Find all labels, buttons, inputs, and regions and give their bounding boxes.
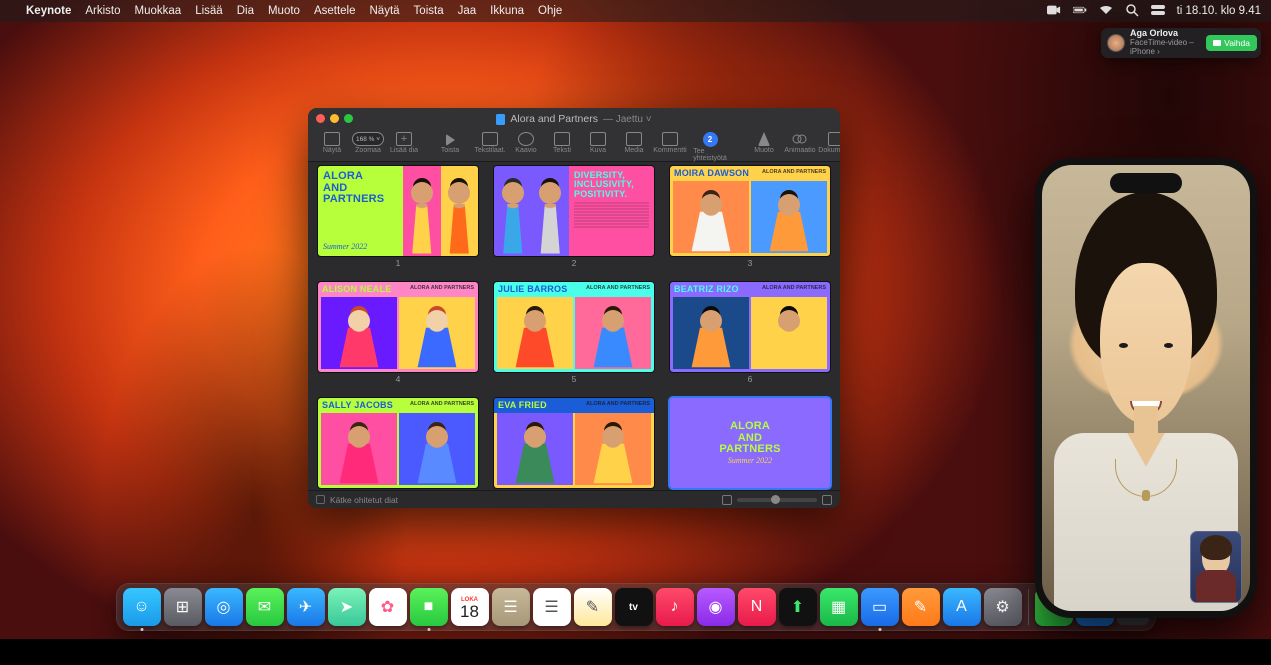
hide-skipped-checkbox[interactable] xyxy=(316,495,325,504)
table-button[interactable]: Teksti xyxy=(546,132,578,154)
dock: ☺⊞◎✉✈➤✿■LOKA18☰☰✎tv♪◉N⬆▦▭✎A⚙■⬇ xyxy=(116,583,1156,631)
shape-button[interactable]: Kaavio xyxy=(510,132,542,154)
switch-button[interactable]: Vaihda xyxy=(1206,35,1257,51)
menubar-clock[interactable]: ti 18.10. klo 9.41 xyxy=(1177,5,1261,17)
iphone-device xyxy=(1035,158,1257,618)
menu-arkisto[interactable]: Arkisto xyxy=(85,5,120,17)
dock-photos[interactable]: ✿ xyxy=(369,588,407,626)
media-button[interactable]: Media xyxy=(618,132,650,154)
slide-thumbnail[interactable]: ALORA AND PARTNERSSummer 20229 xyxy=(670,398,830,490)
document-icon xyxy=(496,114,505,125)
menu-nayta[interactable]: Näytä xyxy=(370,5,400,17)
document-button[interactable]: Dokumentti xyxy=(820,132,840,154)
dock-numbers[interactable]: ▦ xyxy=(820,588,858,626)
slide-number: 1 xyxy=(396,258,401,268)
menu-ohje[interactable]: Ohje xyxy=(538,5,562,17)
app-menu[interactable]: Keynote xyxy=(26,5,71,17)
menu-jaa[interactable]: Jaa xyxy=(458,5,477,17)
view-button[interactable]: Näytä xyxy=(316,132,348,154)
dock-finder[interactable]: ☺ xyxy=(123,588,161,626)
format-button[interactable]: Muoto xyxy=(748,132,780,154)
menu-lisaa[interactable]: Lisää xyxy=(195,5,223,17)
dock-safari[interactable]: ◎ xyxy=(205,588,243,626)
dock-music[interactable]: ♪ xyxy=(656,588,694,626)
view-mode-icon[interactable] xyxy=(722,495,732,505)
dock-appstore[interactable]: A xyxy=(943,588,981,626)
slide-thumbnail[interactable]: ALISON NEALEALORA AND PARTNERS4 xyxy=(318,282,478,384)
animate-button[interactable]: Animaatio xyxy=(784,132,816,154)
hide-skipped-label: Kätke ohitetut diat xyxy=(330,495,398,505)
dock-notes[interactable]: ✎ xyxy=(574,588,612,626)
document-title: Alora and Partners xyxy=(510,113,598,125)
zoom-selector[interactable]: 168 % ˅Zoomaa xyxy=(352,132,384,154)
iphone-screen xyxy=(1042,165,1250,611)
light-table[interactable]: ALORA AND PARTNERSSummer 20221DIVERSITY,… xyxy=(318,166,830,490)
minimize-button[interactable] xyxy=(330,114,339,123)
comment-button[interactable]: Kommentti xyxy=(654,132,686,154)
slide-thumbnail[interactable]: DIVERSITY, INCLUSIVITY, POSITIVITY.2 xyxy=(494,166,654,268)
shared-indicator[interactable]: — Jaettu ˅ xyxy=(603,114,652,125)
slide-number: 2 xyxy=(572,258,577,268)
dock-settings[interactable]: ⚙ xyxy=(984,588,1022,626)
slide-number: 6 xyxy=(748,374,753,384)
control-center-icon[interactable] xyxy=(1151,3,1165,20)
dock-maps[interactable]: ➤ xyxy=(328,588,366,626)
slide-thumbnail[interactable]: JULIE BARROSALORA AND PARTNERS5 xyxy=(494,282,654,384)
slide-number: 4 xyxy=(396,374,401,384)
dock-contacts[interactable]: ☰ xyxy=(492,588,530,626)
keynote-window: Alora and Partners — Jaettu ˅ Näytä 168 … xyxy=(308,108,840,508)
letterbox-bar xyxy=(0,639,1271,665)
fullscreen-button[interactable] xyxy=(344,114,353,123)
menu-muoto[interactable]: Muoto xyxy=(268,5,300,17)
chart-button[interactable]: Kuva xyxy=(582,132,614,154)
slide-thumbnail[interactable]: ALORA AND PARTNERSSummer 20221 xyxy=(318,166,478,268)
menu-asettele[interactable]: Asettele xyxy=(314,5,356,17)
dock-facetime[interactable]: ■ xyxy=(410,588,448,626)
camera-icon[interactable] xyxy=(1047,3,1061,20)
menu-dia[interactable]: Dia xyxy=(237,5,254,17)
dock-tv[interactable]: tv xyxy=(615,588,653,626)
slide-number: 5 xyxy=(572,374,577,384)
toolbar: Näytä 168 % ˅Zoomaa +Lisää dia Toista Te… xyxy=(308,130,840,162)
play-button[interactable]: Toista xyxy=(434,132,466,154)
dock-news[interactable]: N xyxy=(738,588,776,626)
menu-toista[interactable]: Toista xyxy=(414,5,444,17)
add-slide-button[interactable]: +Lisää dia xyxy=(388,132,420,154)
dock-podcasts[interactable]: ◉ xyxy=(697,588,735,626)
close-button[interactable] xyxy=(316,114,325,123)
spotlight-icon[interactable] xyxy=(1125,3,1139,20)
call-subtitle: FaceTime-video – iPhone › xyxy=(1130,39,1201,57)
slide-number: 3 xyxy=(748,258,753,268)
slide-thumbnail[interactable]: SALLY JACOBSALORA AND PARTNERS7 xyxy=(318,398,478,490)
facetime-handoff-notification[interactable]: Aga Orlova FaceTime-video – iPhone › Vai… xyxy=(1101,28,1261,58)
menu-muokkaa[interactable]: Muokkaa xyxy=(135,5,182,17)
window-footer: Kätke ohitetut diat xyxy=(308,490,840,508)
dock-pages[interactable]: ✎ xyxy=(902,588,940,626)
battery-icon[interactable] xyxy=(1073,3,1087,20)
collaborate-button[interactable]: Tee yhteistyötä xyxy=(694,132,726,162)
textbox-button[interactable]: Tekstilaat. xyxy=(474,132,506,154)
dock-mail[interactable]: ✈ xyxy=(287,588,325,626)
slide-thumbnail[interactable]: MOIRA DAWSONALORA AND PARTNERS3 xyxy=(670,166,830,268)
facetime-self-view[interactable] xyxy=(1190,531,1242,603)
slide-thumbnail[interactable]: EVA FRIEDALORA AND PARTNERS8 xyxy=(494,398,654,490)
wifi-icon[interactable] xyxy=(1099,3,1113,20)
dynamic-island xyxy=(1110,173,1182,193)
window-titlebar[interactable]: Alora and Partners — Jaettu ˅ xyxy=(308,108,840,130)
caller-avatar xyxy=(1107,34,1125,52)
menu-ikkuna[interactable]: Ikkuna xyxy=(490,5,524,17)
dock-calendar[interactable]: LOKA18 xyxy=(451,588,489,626)
dock-reminders[interactable]: ☰ xyxy=(533,588,571,626)
view-mode-grid-icon[interactable] xyxy=(822,495,832,505)
dock-messages[interactable]: ✉ xyxy=(246,588,284,626)
zoom-slider[interactable] xyxy=(737,498,817,502)
dock-launchpad[interactable]: ⊞ xyxy=(164,588,202,626)
dock-keynote[interactable]: ▭ xyxy=(861,588,899,626)
slide-thumbnail[interactable]: BEATRIZ RIZOALORA AND PARTNERS6 xyxy=(670,282,830,384)
dock-divider xyxy=(1028,589,1029,625)
menubar: Keynote Arkisto Muokkaa Lisää Dia Muoto … xyxy=(0,0,1271,22)
dock-stocks[interactable]: ⬆ xyxy=(779,588,817,626)
